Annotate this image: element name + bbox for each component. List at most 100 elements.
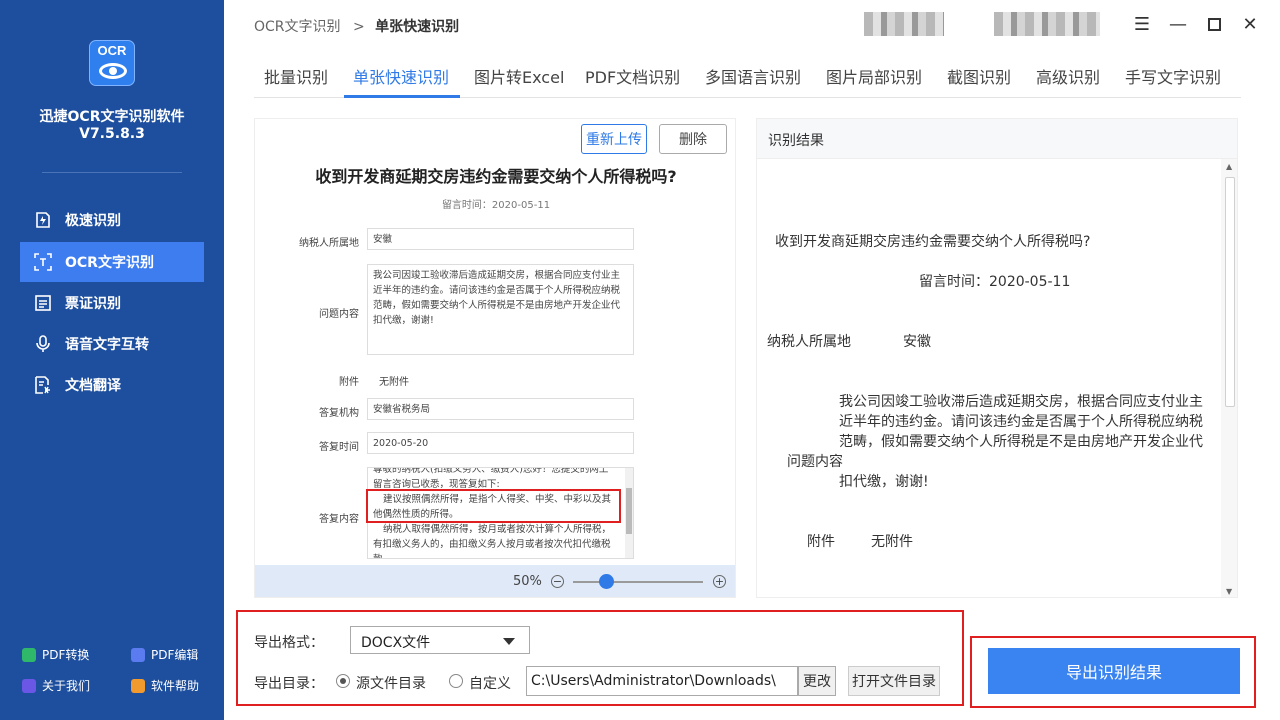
radio-custom-dir-label[interactable]: 自定义 [469,673,511,693]
highlight-box [366,489,621,523]
flash-doc-icon [36,212,50,228]
pdf-convert-link[interactable]: PDF转换 [22,646,89,663]
preview-text-line: 尊敬的纳税人(扣缴义务人、缴费人)您好！您提交的网上 [373,467,609,475]
preview-text-line: 近半年的违约金。请问该违约金是否属于个人所得税应纳税 [373,285,621,296]
sidebar-item-label: OCR文字识别 [65,255,154,271]
zoom-slider-track[interactable] [573,581,703,583]
tab-batch[interactable]: 批量识别 [264,64,328,88]
preview-field-label: 问题内容 [319,309,359,320]
zoom-out-icon[interactable]: − [551,575,564,588]
maximize-icon[interactable] [1203,13,1225,35]
app-logo-icon: OCR [89,40,135,86]
export-button-highlight: 导出识别结果 [970,636,1256,708]
tab-screenshot[interactable]: 截图识别 [947,64,1011,88]
radio-source-dir-label[interactable]: 源文件目录 [356,673,426,693]
about-us-label: 关于我们 [42,679,91,693]
translate-doc-icon [35,376,50,394]
preview-field-label: 答复内容 [319,514,359,525]
result-field-label: 问题内容 [787,454,843,470]
microphone-icon [36,335,50,352]
ticket-icon [35,295,51,311]
tab-image-to-excel[interactable]: 图片转Excel [474,64,564,88]
blurred-user-info [864,12,944,36]
image-preview-panel: 重新上传 删除 收到开发商延期交房违约金需要交纳个人所得税吗? 留言时间：202… [254,118,736,598]
sidebar-item-translate[interactable]: 文档翻译 [20,365,204,405]
zoom-bar: 50% − + [255,565,735,597]
sidebar-item-ticket[interactable]: 票证识别 [20,283,204,323]
export-path-input[interactable]: C:\Users\Administrator\Downloads\ [526,666,798,696]
result-title: 收到开发商延期交房违约金需要交纳个人所得税吗? [775,234,1091,250]
result-scrollbar[interactable]: ▲ ▼ [1221,159,1237,597]
menu-icon[interactable]: ☰ [1131,13,1153,35]
result-field-value: 安徽 [903,334,931,350]
preview-reply-scrollbar[interactable] [625,468,633,558]
reupload-button[interactable]: 重新上传 [581,124,647,154]
preview-field-label: 答复时间 [319,442,359,453]
app-version: V7.5.8.3 [79,126,145,142]
tab-handwriting[interactable]: 手写文字识别 [1125,64,1221,88]
scroll-down-icon[interactable]: ▼ [1226,587,1232,596]
sidebar-item-speech[interactable]: 语音文字互转 [20,324,204,364]
help-label: 软件帮助 [151,679,200,693]
breadcrumb: OCR文字识别 > 单张快速识别 [254,16,459,36]
preview-field-label: 附件 [339,377,359,388]
change-dir-button[interactable]: 更改 [798,666,836,696]
sidebar-item-ocr[interactable]: OCR文字识别 [20,242,204,282]
preview-field-value: 2020-05-20 [367,432,634,454]
preview-field-value: 安徽省税务局 [367,398,634,420]
sidebar: OCR 迅捷OCR文字识别软件 V7.5.8.3 极速识别 OCR文字识别 票证… [0,0,224,720]
zoom-in-icon[interactable]: + [713,575,726,588]
result-text-line: 近半年的违约金。请问该违约金是否属于个人所得税应纳税 [839,414,1203,430]
pdf-edit-icon [131,647,145,662]
close-icon[interactable]: ✕ [1239,13,1261,35]
tab-multilang[interactable]: 多国语言识别 [705,64,801,88]
export-format-label: 导出格式： [254,635,324,651]
about-us-link[interactable]: 关于我们 [22,677,90,694]
tab-partial[interactable]: 图片局部识别 [826,64,922,88]
preview-question-box: 我公司因竣工验收滞后造成延期交房，根据合同应支付业主 近半年的违约金。请问该违约… [367,264,634,355]
preview-text-line: 有扣缴义务人的，由扣缴义务人按月或者按次代扣代缴税 [373,539,611,550]
preview-text-line: 扣代缴，谢谢! [373,315,434,326]
active-tab-indicator [344,95,460,98]
blurred-account [994,12,1100,36]
result-text-line: 我公司因竣工验收滞后造成延期交房，根据合同应支付业主 [839,394,1203,410]
sidebar-item-label: 票证识别 [65,296,121,312]
sidebar-item-label: 文档翻译 [65,378,121,394]
result-field-label: 纳税人所属地 [767,334,851,350]
pdf-edit-link[interactable]: PDF编辑 [131,646,198,663]
tab-advanced[interactable]: 高级识别 [1036,64,1100,88]
preview-text-line: 范畴，假如需要交纳个人所得税是不是由房地产开发企业代 [373,300,621,311]
sidebar-divider [42,172,182,173]
breadcrumb-separator: > [352,19,365,35]
result-scroll-thumb[interactable] [1225,177,1235,407]
breadcrumb-parent[interactable]: OCR文字识别 [254,19,341,35]
delete-button[interactable]: 删除 [659,124,727,154]
zoom-slider-handle[interactable] [599,574,614,589]
export-format-value: DOCX文件 [361,635,431,651]
tab-pdf[interactable]: PDF文档识别 [585,64,680,88]
sidebar-item-fast-recognition[interactable]: 极速识别 [20,200,204,240]
result-header: 识别结果 [757,119,1237,159]
zoom-level: 50% [513,574,542,589]
about-icon [22,678,36,693]
eye-icon [99,63,127,79]
export-format-select[interactable]: DOCX文件 [350,626,530,654]
radio-source-dir[interactable] [336,674,350,688]
logo-text: OCR [97,43,127,58]
open-dir-button[interactable]: 打开文件目录 [848,666,940,696]
result-text-line: 范畴，假如需要交纳个人所得税是不是由房地产开发企业代 [839,434,1203,450]
sidebar-item-label: 极速识别 [65,213,121,229]
export-result-button[interactable]: 导出识别结果 [988,648,1240,694]
minimize-icon[interactable]: — [1167,13,1189,35]
preview-field-label: 答复机构 [319,408,359,419]
scroll-up-icon[interactable]: ▲ [1226,162,1232,171]
result-field-label: 附件 [807,534,835,550]
preview-text-line: 纳税人取得偶然所得，按月或者按次计算个人所得税， [383,524,612,535]
preview-field-value: 安徽 [367,228,634,250]
help-link[interactable]: 软件帮助 [131,677,199,694]
radio-custom-dir[interactable] [449,674,463,688]
preview-doc-date: 留言时间：2020-05-11 [441,200,551,211]
tab-single-fast[interactable]: 单张快速识别 [353,64,449,88]
preview-field-text: 安徽省税务局 [373,404,431,415]
preview-field-label: 纳税人所属地 [299,238,359,249]
